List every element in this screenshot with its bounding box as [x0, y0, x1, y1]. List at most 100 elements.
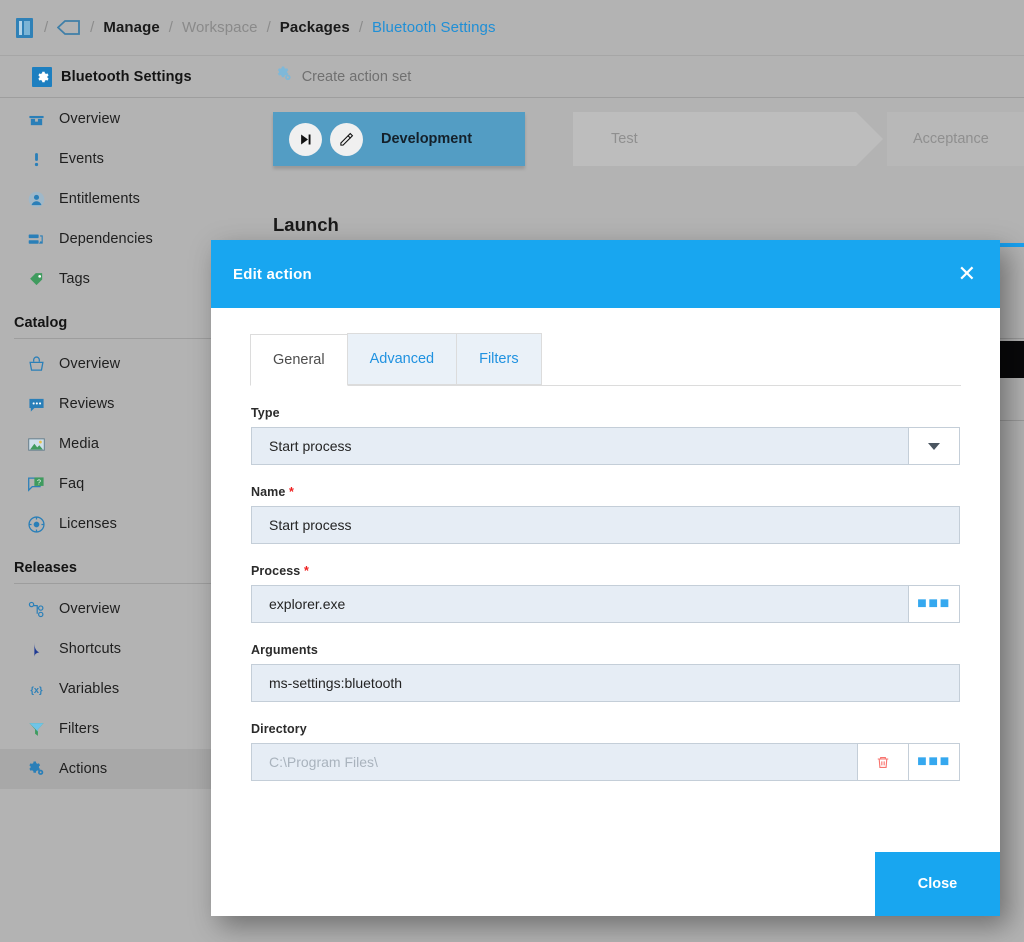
stage-test[interactable]: Test [573, 112, 883, 166]
breadcrumb-separator: / [90, 19, 95, 36]
sidebar-item-label: Filters [59, 721, 100, 737]
sidebar-item-label: Overview [59, 601, 121, 617]
trash-icon[interactable] [858, 743, 909, 781]
ellipsis-icon[interactable]: ■■■ [909, 585, 960, 623]
control-row: ■■■ [251, 585, 960, 623]
user-icon [26, 189, 46, 209]
breadcrumb-item-workspace[interactable]: Workspace [182, 19, 258, 36]
sidebar-item-label: Dependencies [59, 231, 153, 247]
chevron-down-icon[interactable] [909, 427, 960, 465]
directory-input[interactable] [251, 743, 858, 781]
field-label: Process * [251, 564, 960, 578]
sidebar-item-label: Media [59, 436, 99, 452]
sidebar-item-events[interactable]: Events [0, 139, 240, 179]
process-input[interactable] [251, 585, 909, 623]
dependencies-icon [26, 229, 46, 249]
sidebar-item-shortcuts[interactable]: Shortcuts [0, 629, 240, 669]
breadcrumb-separator: / [266, 19, 271, 36]
sidebar: Overview Events Entitlements Dependencie… [0, 99, 240, 942]
control-row [251, 664, 960, 702]
sidebar-item-label: Shortcuts [59, 641, 122, 657]
stage-label: Development [381, 131, 473, 147]
sidebar-item-filters[interactable]: Filters [0, 709, 240, 749]
tab-advanced[interactable]: Advanced [346, 333, 458, 385]
stage-label: Test [611, 131, 638, 147]
field-label: Name * [251, 485, 960, 499]
control-row: ■■■ [251, 743, 960, 781]
sidebar-item-releases-overview[interactable]: Overview [0, 589, 240, 629]
name-input[interactable] [251, 506, 960, 544]
shortcut-icon [26, 639, 46, 659]
caret-glyph [928, 442, 940, 450]
field-label-text: Name [251, 485, 286, 499]
field-arguments: Arguments [251, 643, 960, 702]
background-row-divider [998, 338, 1024, 339]
sidebar-item-overview[interactable]: Overview [0, 99, 240, 139]
app-title-bar: Bluetooth Settings Create action set [0, 56, 1024, 98]
sidebar-item-actions[interactable]: Actions [0, 749, 240, 789]
sidebar-group-releases: Releases [14, 560, 77, 576]
tab-general[interactable]: General [250, 334, 348, 386]
image-icon [26, 434, 46, 454]
sidebar-item-tags[interactable]: Tags [0, 259, 240, 299]
gear-icon [32, 66, 52, 87]
tag-icon [26, 269, 46, 289]
sidebar-item-label: Actions [59, 761, 108, 777]
sidebar-item-label: Licenses [59, 516, 118, 532]
sidebar-item-catalog-overview[interactable]: Overview [0, 344, 240, 384]
field-label-text: Process [251, 564, 301, 578]
stage-development[interactable]: Development [273, 112, 525, 166]
create-action-set-button[interactable]: Create action set [274, 65, 411, 88]
control-row [251, 427, 960, 465]
field-type: Type [251, 406, 960, 465]
sidebar-item-reviews[interactable]: Reviews [0, 384, 240, 424]
ellipsis-icon[interactable]: ■■■ [909, 743, 960, 781]
package-icon [26, 109, 46, 129]
sidebar-item-licenses[interactable]: Licenses [0, 504, 240, 544]
pencil-icon[interactable] [330, 122, 363, 156]
field-name: Name * [251, 485, 960, 544]
field-label: Directory [251, 722, 960, 736]
sidebar-group-catalog: Catalog [14, 315, 68, 331]
type-select[interactable] [251, 427, 909, 465]
sidebar-item-media[interactable]: Media [0, 424, 240, 464]
required-marker: * [289, 485, 294, 499]
stage-acceptance[interactable]: Acceptance [887, 112, 1024, 166]
close-button[interactable]: Close [875, 852, 1000, 916]
breadcrumb-item-manage[interactable]: Manage [103, 19, 159, 36]
ellipsis-glyph: ■■■ [917, 595, 951, 612]
field-label-text: Directory [251, 722, 307, 736]
dialog-body: General Advanced Filters Type Start proc… [211, 308, 1000, 916]
edit-action-dialog: Edit action ✕ General Advanced Filters T… [211, 240, 1000, 916]
breadcrumb-item-bluetooth-settings[interactable]: Bluetooth Settings [372, 19, 496, 36]
control-row [251, 506, 960, 544]
play-to-end-icon[interactable] [289, 122, 322, 156]
tab-filters[interactable]: Filters [456, 333, 542, 385]
sidebar-item-label: Reviews [59, 396, 115, 412]
divider [14, 583, 240, 584]
stage-pipeline: Development Test Acceptance [273, 112, 1024, 166]
sidebar-item-label: Overview [59, 356, 121, 372]
page-title: Bluetooth Settings [61, 68, 192, 85]
breadcrumb-item-packages[interactable]: Packages [280, 19, 350, 36]
arguments-input[interactable] [251, 664, 960, 702]
close-icon[interactable]: ✕ [956, 263, 978, 285]
basket-icon [26, 354, 46, 374]
book-icon[interactable] [16, 17, 33, 38]
dialog-title: Edit action [233, 265, 312, 283]
sidebar-item-faq[interactable]: ? Faq [0, 464, 240, 504]
sidebar-item-variables[interactable]: {x} Variables [0, 669, 240, 709]
tag-icon[interactable] [56, 20, 81, 35]
sidebar-item-entitlements[interactable]: Entitlements [0, 179, 240, 219]
breadcrumb: / / Manage / Workspace / Packages / Blue… [0, 0, 1024, 56]
background-row-divider [998, 420, 1024, 421]
breadcrumb-separator: / [358, 19, 363, 36]
comment-icon [26, 394, 46, 414]
variables-icon: {x} [26, 679, 46, 699]
sidebar-item-dependencies[interactable]: Dependencies [0, 219, 240, 259]
action-set-icon [274, 65, 292, 88]
ellipsis-glyph: ■■■ [917, 753, 951, 770]
sidebar-item-label: Tags [59, 271, 91, 287]
tab-label: Advanced [369, 351, 435, 367]
field-process: Process * ■■■ [251, 564, 960, 623]
